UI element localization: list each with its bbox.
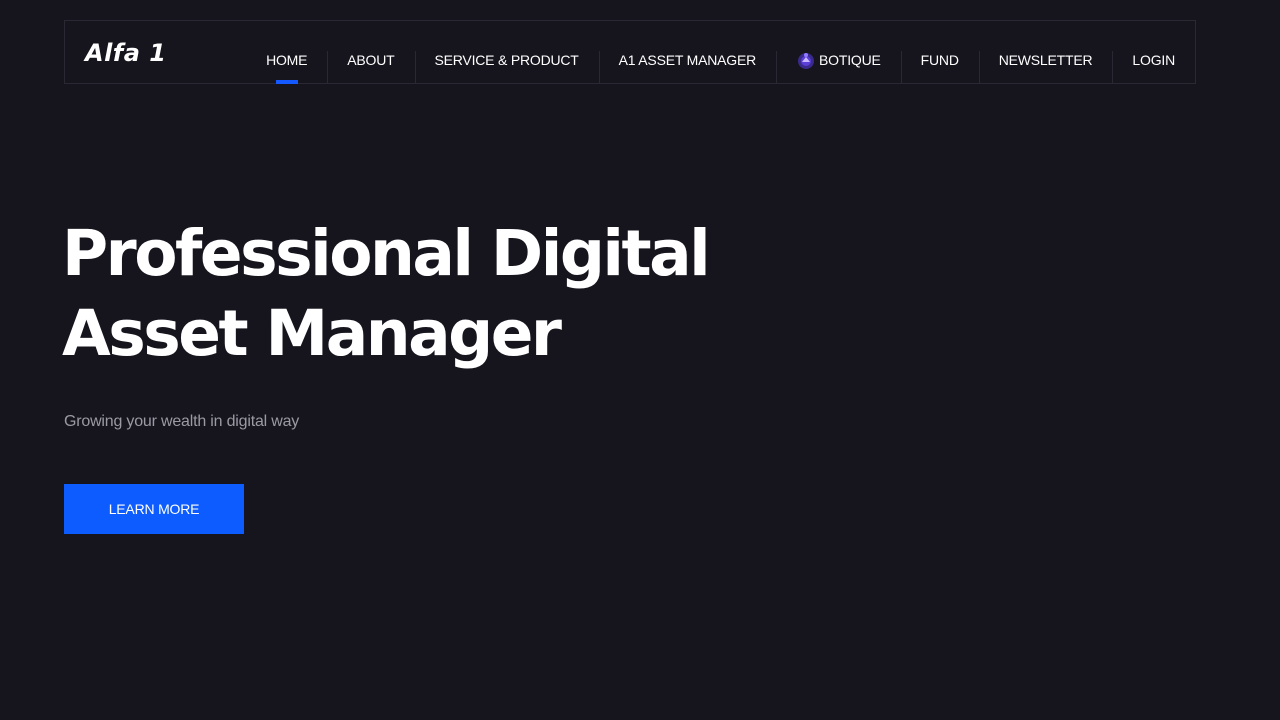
hero-title-line-1: Professional Digital (62, 217, 711, 290)
site-header: Alfa 1 HOME ABOUT SERVICE & PRODUCT A1 A… (64, 20, 1196, 84)
nav-item-label: ABOUT (347, 52, 395, 68)
nav-item-botique[interactable]: BOTIQUE (776, 21, 901, 83)
nav-item-fund[interactable]: FUND (900, 21, 979, 83)
nav-item-label: FUND (920, 52, 959, 68)
nav-item-label: LOGIN (1132, 52, 1175, 68)
nav-item-login[interactable]: LOGIN (1112, 21, 1195, 83)
boutique-icon (796, 50, 816, 70)
nav-item-label: NEWSLETTER (998, 52, 1093, 68)
nav-item-service-product[interactable]: SERVICE & PRODUCT (414, 21, 599, 83)
nav-item-about[interactable]: ABOUT (327, 21, 414, 83)
learn-more-button[interactable]: LEARN MORE (64, 484, 244, 534)
nav-item-label: A1 ASSET MANAGER (618, 52, 757, 68)
nav-item-a1-asset-manager[interactable]: A1 ASSET MANAGER (598, 21, 776, 83)
nav-item-home[interactable]: HOME (246, 21, 327, 83)
nav-item-label: SERVICE & PRODUCT (434, 52, 579, 68)
main-nav: HOME ABOUT SERVICE & PRODUCT A1 ASSET MA… (246, 21, 1195, 83)
hero-title: Professional Digital Asset Manager (62, 214, 762, 374)
brand-logo[interactable]: Alfa 1 (85, 39, 167, 67)
nav-item-label: HOME (266, 52, 308, 68)
nav-item-label: BOTIQUE (819, 52, 881, 68)
hero-subtitle: Growing your wealth in digital way (64, 413, 300, 430)
nav-item-newsletter[interactable]: NEWSLETTER (978, 21, 1113, 83)
hero-title-line-2: Asset Manager (62, 297, 562, 370)
